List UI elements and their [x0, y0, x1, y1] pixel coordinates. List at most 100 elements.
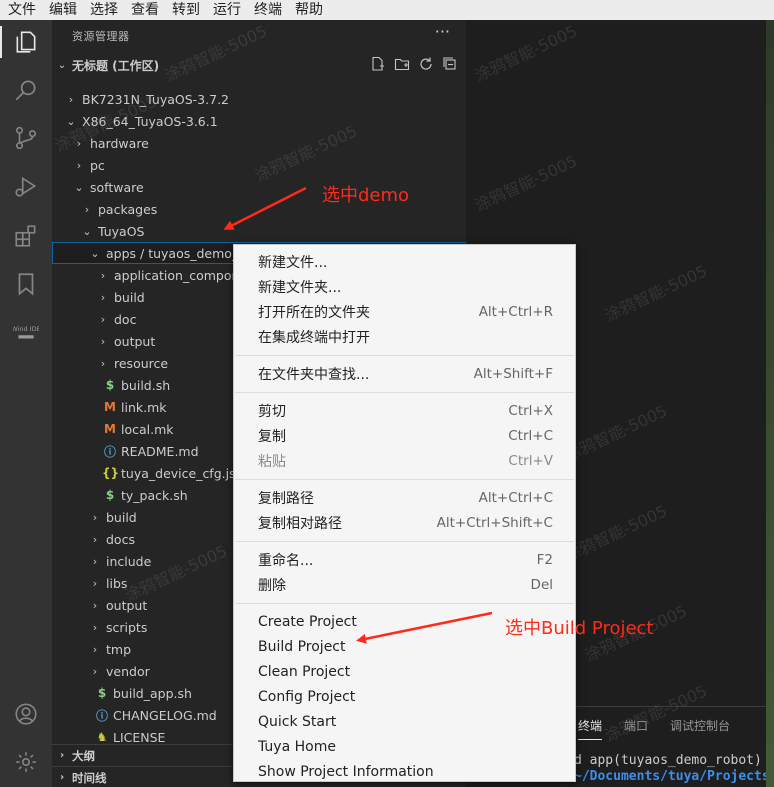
chevron-right-icon: › [100, 268, 106, 282]
bookmarks-icon[interactable] [0, 264, 52, 304]
chevron-right-icon: › [92, 554, 98, 568]
context-menu-item[interactable]: 在文件夹中查找... Alt+Shift+F [258, 362, 553, 386]
tab-debug-console[interactable]: 调试控制台 [670, 717, 730, 734]
context-menu-item[interactable]: 打开所在的文件夹 Alt+Ctrl+R [258, 300, 553, 324]
tree-item-label: docs [106, 531, 135, 547]
menu-item-label: 在集成终端中打开 [258, 330, 370, 346]
file-type-icon: $ [105, 488, 115, 502]
context-menu-item[interactable]: 删除 Del [258, 573, 553, 597]
tree-item-label: build [114, 289, 145, 305]
context-menu-item[interactable]: Clean Project [258, 660, 553, 684]
terminal-path: ~/Documents/tuya/Projects [574, 769, 770, 784]
chevron-right-icon: › [100, 312, 106, 326]
chevron-right-icon: › [92, 664, 98, 678]
menu-item-shortcut: Ctrl+C [508, 428, 553, 444]
workspace-label: 无标题 (工作区) [72, 58, 160, 73]
menu-separator [235, 603, 574, 604]
menu-item-label: Build Project [258, 639, 346, 655]
tree-item-label: ty_pack.sh [121, 487, 188, 503]
menu-item-label: 复制 [258, 429, 286, 445]
settings-gear-icon[interactable] [0, 742, 52, 782]
chevron-right-icon: › [100, 290, 106, 304]
menu-item-label: 打开所在的文件夹 [258, 305, 370, 321]
menu-item-shortcut: Del [530, 577, 553, 593]
tree-item-label: CHANGELOG.md [113, 707, 217, 723]
tab-terminal[interactable]: 终端 [578, 717, 603, 740]
menu-item[interactable]: 查看 [131, 1, 159, 19]
run-debug-icon[interactable] [0, 166, 52, 206]
new-file-icon[interactable] [370, 56, 386, 72]
tree-item-label: tuya_device_cfg.jso [121, 465, 244, 481]
menu-item[interactable]: 选择 [90, 1, 118, 19]
context-menu-item[interactable]: 复制 Ctrl+C [258, 424, 553, 448]
context-menu-item[interactable]: Tuya Home [258, 735, 553, 759]
context-menu-item[interactable]: 复制相对路径 Alt+Ctrl+Shift+C [258, 511, 553, 535]
file-type-icon: $ [97, 686, 107, 700]
activity-bar: Wind IDE [0, 20, 52, 787]
tree-folder[interactable]: › hardware [52, 132, 466, 154]
menu-item-label: Show Project Information [258, 764, 434, 780]
terminal-line: d app(tuyaos_demo_robot) [574, 753, 762, 768]
context-menu-item[interactable]: 新建文件夹... [258, 275, 553, 299]
context-menu-item[interactable]: Show Project Information [258, 760, 553, 784]
wind-ide-label: Wind IDE [13, 325, 39, 333]
collapse-all-icon[interactable] [442, 56, 458, 72]
tree-item-label: TuyaOS [98, 223, 145, 239]
menu-item[interactable]: 文件 [8, 1, 36, 19]
outline-label: 大纲 [72, 748, 95, 763]
chevron-right-icon: › [92, 620, 98, 634]
refresh-icon[interactable] [418, 56, 434, 72]
menu-item[interactable]: 编辑 [49, 1, 77, 19]
tree-item-label: build.sh [121, 377, 171, 393]
menu-item[interactable]: 帮助 [295, 1, 323, 19]
desktop-edge-right [766, 20, 774, 787]
workspace-actions [370, 56, 458, 72]
chevron-right-icon: › [100, 334, 106, 348]
context-menu-item[interactable]: 新建文件... [258, 250, 553, 274]
chevron-down-icon: ⌄ [90, 246, 100, 260]
menu-item-shortcut: F2 [536, 552, 553, 568]
tree-item-label: output [114, 333, 156, 349]
menu-item[interactable]: 转到 [172, 1, 200, 19]
chevron-right-icon: › [59, 750, 65, 761]
tree-folder[interactable]: ⌄ TuyaOS [52, 220, 466, 242]
more-actions-button[interactable]: ··· [435, 22, 450, 41]
explorer-icon[interactable] [0, 22, 52, 62]
tree-item-label: build [106, 509, 137, 525]
menu-item-label: 剪切 [258, 404, 286, 420]
extensions-icon[interactable] [0, 216, 52, 256]
file-type-icon: {} [102, 466, 120, 480]
chevron-right-icon: › [92, 510, 98, 524]
source-control-icon[interactable] [0, 118, 52, 158]
file-type-icon: ♞ [96, 730, 108, 744]
menu-item-label: Config Project [258, 689, 356, 705]
tree-item-label: README.md [121, 443, 199, 459]
chevron-down-icon: ⌄ [82, 224, 92, 238]
tree-item-label: tmp [106, 641, 132, 657]
tree-item-label: LICENSE [113, 729, 166, 745]
menu-item-shortcut: Alt+Shift+F [473, 366, 553, 382]
context-menu-item[interactable]: 重命名... F2 [258, 548, 553, 572]
menu-item-label: Quick Start [258, 714, 337, 730]
file-type-icon: ⓘ [95, 708, 108, 723]
tree-item-label: application_compor [114, 267, 237, 283]
context-menu-item[interactable]: Config Project [258, 685, 553, 709]
tree-item-label: doc [114, 311, 137, 327]
tree-item-label: software [90, 179, 144, 195]
context-menu-item[interactable]: Quick Start [258, 710, 553, 734]
menu-item-label: Tuya Home [258, 739, 336, 755]
wind-ide-icon[interactable]: Wind IDE [0, 312, 52, 352]
file-type-icon: M [104, 422, 116, 436]
file-type-icon: $ [105, 378, 115, 392]
menu-item-shortcut: Alt+Ctrl+R [478, 304, 553, 320]
chevron-right-icon: › [92, 598, 98, 612]
context-menu-item[interactable]: 复制路径 Alt+Ctrl+C [258, 486, 553, 510]
menu-item-label: 重命名... [258, 553, 314, 569]
account-icon[interactable] [0, 694, 52, 734]
search-icon[interactable] [0, 70, 52, 110]
context-menu-item[interactable]: 在集成终端中打开 [258, 325, 553, 349]
new-folder-icon[interactable] [394, 56, 410, 72]
menu-item[interactable]: 终端 [254, 1, 282, 19]
context-menu-item[interactable]: 剪切 Ctrl+X [258, 399, 553, 423]
menu-item[interactable]: 运行 [213, 1, 241, 19]
